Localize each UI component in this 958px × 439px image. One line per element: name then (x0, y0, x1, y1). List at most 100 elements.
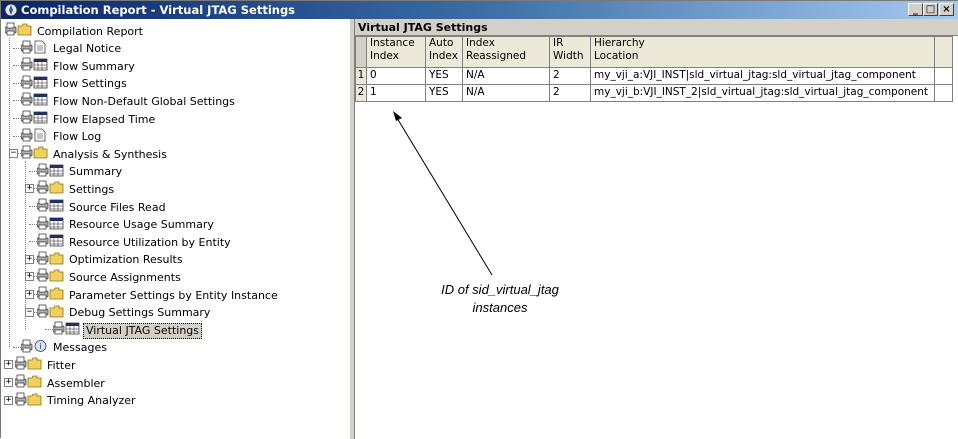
annotation-line-1: ID of sid_virtual_jtag (441, 282, 559, 297)
tree-item[interactable]: Parameter Settings by Entity Instance (36, 286, 280, 305)
tree-item[interactable]: Analysis & Synthesis (20, 145, 169, 162)
folder-icon (36, 286, 65, 305)
tree-item[interactable]: Flow Summary (20, 57, 137, 76)
expand-icon[interactable]: + (4, 378, 13, 387)
table-icon (36, 216, 65, 235)
tree-item-label: Virtual JTAG Settings (83, 322, 203, 339)
report-content-pane: Virtual JTAG Settings Instance Index Auto… (355, 19, 958, 439)
tree-item[interactable]: Debug Settings Summary (36, 304, 212, 323)
close-button[interactable]: × (939, 3, 954, 16)
table-icon (20, 110, 49, 129)
tree-item[interactable]: i Messages (20, 339, 109, 358)
expand-icon[interactable]: + (25, 290, 34, 299)
cell-instance-index: 1 (366, 84, 426, 102)
app-icon (4, 3, 18, 17)
expand-icon[interactable]: + (25, 184, 34, 194)
tree-item[interactable]: Flow Log (20, 128, 103, 147)
table-icon (36, 198, 65, 217)
tree-item-label: Fitter (47, 358, 76, 372)
tree-item[interactable]: Compilation Report (4, 22, 145, 39)
cell-index-reassigned: N/A (462, 67, 550, 85)
tree-item[interactable]: Resource Utilization by Entity (36, 233, 233, 252)
tree-item-label: Resource Usage Summary (69, 218, 214, 232)
row-number: 2 (355, 84, 367, 102)
tree-item-label: Source Files Read (69, 200, 166, 214)
cell-hierarchy-location: my_vji_b:VJI_INST_2|sld_virtual_jtag:sld… (590, 84, 935, 102)
table-row[interactable]: 1 0 YES N/A 2 my_vji_a:VJI_INST|sld_virt… (355, 67, 953, 85)
report-tree-pane[interactable]: Compilation Report Legal Notice Flow Summa… (1, 19, 351, 439)
column-header-auto-index[interactable]: Auto Index (425, 36, 463, 68)
column-header-index-reassigned[interactable]: Index Reassigned (462, 36, 550, 68)
virtual-jtag-settings-table: Instance Index Auto Index Index Reassigned … (355, 36, 953, 102)
expand-icon[interactable]: + (4, 395, 13, 405)
cell-ir-width: 2 (549, 84, 591, 102)
table-header-row: Instance Index Auto Index Index Reassigned … (355, 36, 953, 68)
tree-item-label: Flow Log (53, 130, 102, 144)
minimize-button[interactable]: _ (908, 3, 923, 16)
table-icon (20, 75, 49, 94)
expand-icon[interactable]: + (25, 254, 34, 264)
cell-auto-index: YES (425, 67, 463, 85)
tree-item[interactable]: Fitter (14, 356, 78, 373)
title-bar[interactable]: Compilation Report - Virtual JTAG Settin… (1, 1, 958, 19)
column-header-ir-width[interactable]: IR Width (549, 36, 591, 68)
tree-item[interactable]: Legal Notice (20, 40, 123, 59)
cell-auto-index: YES (425, 84, 463, 102)
report-window: Compilation Report - Virtual JTAG Settin… (0, 0, 958, 439)
table-icon (20, 92, 49, 111)
collapse-icon[interactable]: − (9, 149, 18, 159)
tree-item-label: Debug Settings Summary (69, 306, 211, 320)
tree-item-label: Flow Elapsed Time (53, 112, 156, 126)
tree-item[interactable]: Virtual JTAG Settings (52, 321, 203, 340)
tree-item-label: Settings (69, 182, 115, 196)
tree-item-label: Messages (53, 341, 107, 355)
tree-item[interactable]: Source Assignments (36, 268, 183, 287)
document-icon (20, 128, 49, 147)
tree-item[interactable]: Flow Settings (20, 75, 129, 94)
report-title: Virtual JTAG Settings (355, 19, 958, 36)
tree-item-label: Flow Summary (53, 59, 135, 73)
table-icon (20, 57, 49, 76)
tree-item[interactable]: Timing Analyzer (14, 392, 138, 409)
folder-icon (36, 180, 65, 199)
collapse-icon[interactable]: − (25, 307, 34, 317)
annotation-line-2: instances (472, 300, 528, 315)
tree-item-label: Timing Analyzer (47, 394, 136, 408)
maximize-button[interactable]: □ (923, 3, 938, 16)
tree-item[interactable]: Flow Non-Default Global Settings (20, 92, 237, 111)
expand-icon[interactable]: + (4, 360, 13, 370)
tree-item-label: Analysis & Synthesis (53, 147, 167, 161)
row-number: 1 (355, 67, 367, 85)
tree-item-label: Flow Settings (53, 77, 127, 91)
tree-item-label: Parameter Settings by Entity Instance (69, 288, 278, 302)
tree-item[interactable]: Settings (36, 180, 116, 199)
table-icon (52, 321, 81, 340)
cell-ir-width: 2 (549, 67, 591, 85)
folder-open-icon (36, 304, 65, 323)
svg-text:i: i (39, 342, 41, 351)
annotation-callout: ID of sid_virtual_jtag instances (415, 281, 585, 317)
cell-index-reassigned: N/A (462, 84, 550, 102)
cell-filler (934, 84, 953, 102)
tree-item[interactable]: Source Files Read (36, 198, 168, 217)
column-header-instance-index[interactable]: Instance Index (366, 36, 426, 68)
tree-item-label: Assembler (47, 376, 105, 390)
tree-item[interactable]: Flow Elapsed Time (20, 110, 157, 129)
tree-item[interactable]: Resource Usage Summary (36, 216, 216, 235)
expand-icon[interactable]: + (25, 272, 34, 282)
tree-item-label: Source Assignments (69, 270, 181, 284)
table-row[interactable]: 2 1 YES N/A 2 my_vji_b:VJI_INST_2|sld_vi… (355, 84, 953, 102)
tree-item[interactable]: Summary (36, 163, 124, 182)
arrow-head-icon (393, 111, 402, 121)
column-header-hierarchy-location[interactable]: Hierarchy Location (590, 36, 935, 68)
tree-item[interactable]: Assembler (14, 374, 107, 391)
messages-icon: i (20, 339, 49, 358)
folder-icon (36, 251, 65, 270)
table-icon (36, 233, 65, 252)
folder-icon (36, 268, 65, 287)
table-icon (36, 163, 65, 182)
document-icon (20, 40, 49, 59)
cell-hierarchy-location: my_vji_a:VJI_INST|sld_virtual_jtag:sld_v… (590, 67, 935, 85)
tree-item-label: Summary (69, 165, 123, 179)
tree-item[interactable]: Optimization Results (36, 251, 185, 270)
